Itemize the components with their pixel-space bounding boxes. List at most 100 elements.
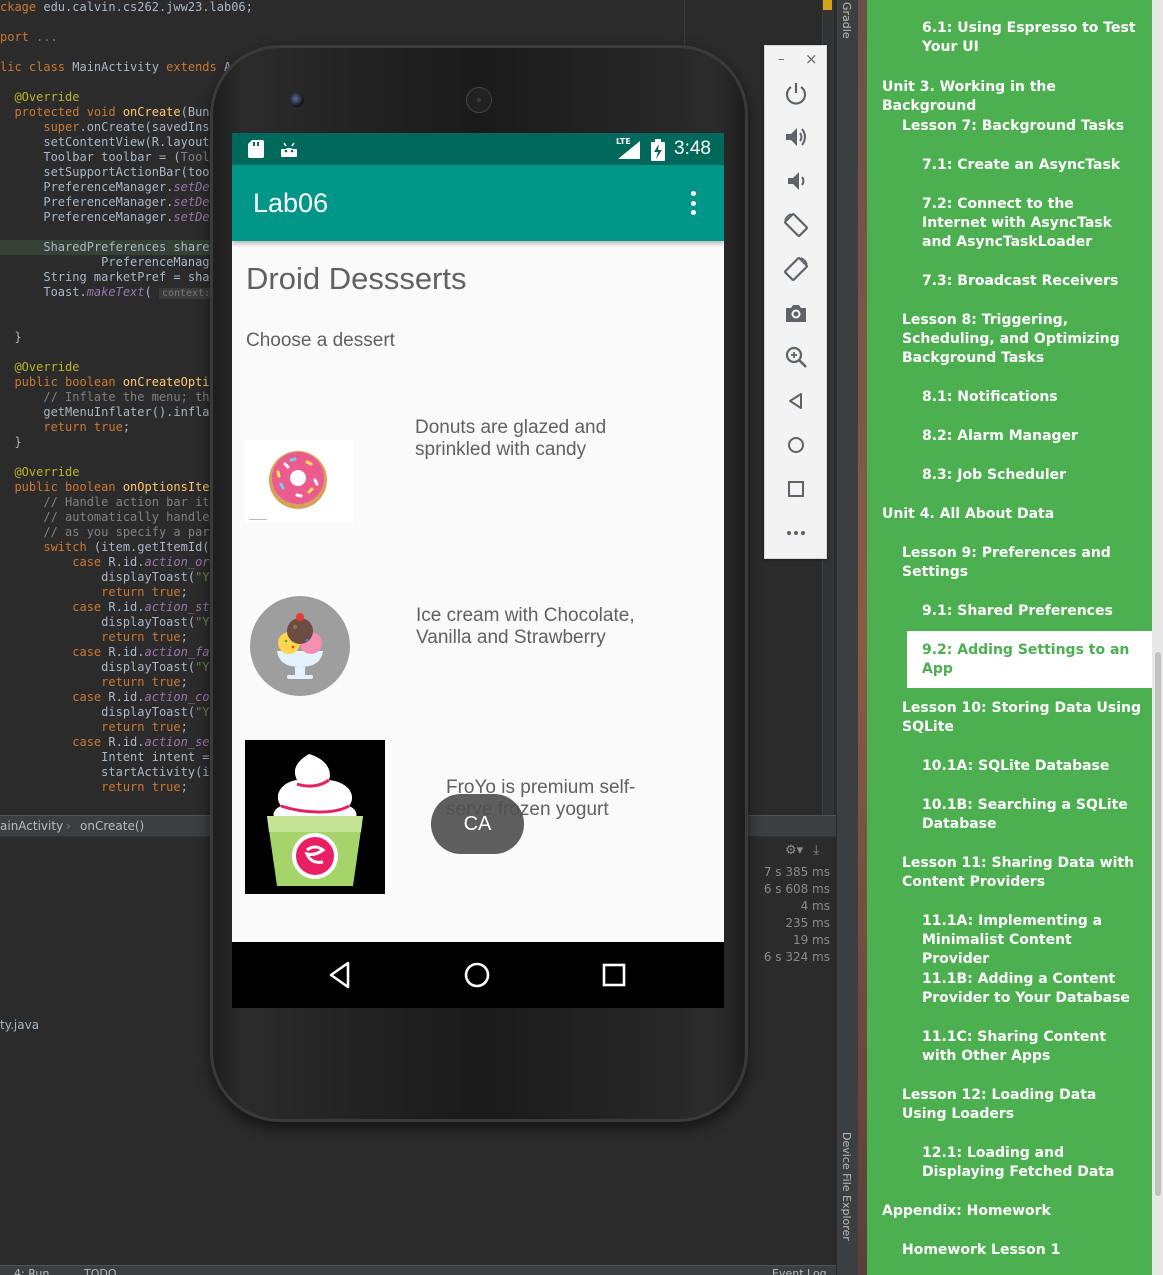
froyo-image[interactable] [245,740,385,894]
toc-item[interactable]: 8.3: Job Scheduler [922,466,1142,485]
pin-icon[interactable]: ⤓ [813,843,819,858]
back-icon[interactable] [326,960,356,990]
toc-item[interactable]: 11.1A: Implementing a Minimalist Content… [922,912,1142,969]
toc-item[interactable]: Lesson 9: Preferences and Settings [902,544,1142,582]
toc-scrollbar-thumb[interactable] [1155,652,1161,1196]
code-line[interactable]: PreferenceManager.setDef [0,210,216,225]
close-button[interactable]: × [805,50,818,68]
toc-item[interactable]: Lesson 8: Triggering, Scheduling, and Op… [902,311,1142,368]
toc-item[interactable]: 7.1: Create an AsyncTask [922,156,1142,175]
code-line[interactable]: case R.id.action_ord [0,555,217,570]
code-line[interactable]: Intent intent = [0,750,217,765]
toc-item[interactable]: 12.1: Loading and Displaying Fetched Dat… [922,1144,1142,1182]
warning-marker[interactable] [823,0,832,10]
toc-item[interactable]: 8.2: Alarm Manager [922,427,1142,446]
code-line[interactable]: port ... [0,30,58,45]
toc-item-active[interactable]: 9.2: Adding Settings to an App [922,641,1142,679]
toc-item[interactable]: 7.2: Connect to the Internet with AsyncT… [922,195,1142,252]
code-line[interactable]: displayToast("Yo [0,705,217,720]
home-icon[interactable] [462,960,492,990]
run-file-reference[interactable]: ty.java [0,1018,39,1032]
code-line[interactable]: lic class MainActivity extends Ap [0,60,238,75]
code-line[interactable]: case R.id.action_fav [0,645,217,660]
breadcrumb-method[interactable]: onCreate() [80,816,144,836]
code-line[interactable]: PreferenceManag [0,255,209,270]
breadcrumb-class[interactable]: ainActivity [0,816,63,836]
code-line[interactable]: PreferenceManager.setDef [0,195,216,210]
device-file-explorer-tab[interactable]: Device File Explorer [840,1132,853,1241]
code-line[interactable]: String marketPref = sha [0,270,209,285]
overflow-menu-icon[interactable] [686,185,700,221]
zoom-icon[interactable] [781,342,811,372]
code-line[interactable]: return true; [0,720,188,735]
code-line[interactable]: switch (item.getItemId() [0,540,216,555]
code-line[interactable]: case R.id.action_set [0,735,217,750]
code-line[interactable]: return true; [0,675,188,690]
toc-item[interactable]: Unit 3. Working in the Background [882,78,1142,116]
rotate-right-icon[interactable] [781,254,811,284]
code-line[interactable]: return true; [0,780,188,795]
code-line[interactable]: @Override [0,90,79,105]
code-line[interactable]: return true; [0,630,188,645]
code-line[interactable]: super.onCreate(savedInst [0,120,216,135]
code-line[interactable]: displayToast("Yo [0,570,217,585]
code-line[interactable]: displayToast("Yo [0,660,217,675]
toc-item[interactable]: 7.3: Broadcast Receivers [922,272,1142,291]
code-line[interactable]: case R.id.action_con [0,690,217,705]
back-icon[interactable] [781,386,811,416]
power-icon[interactable] [781,78,811,108]
code-line[interactable]: // Handle action bar ite [0,495,216,510]
toc-item[interactable]: 9.1: Shared Preferences [922,602,1142,621]
toc-item[interactable]: 11.1C: Sharing Content with Other Apps [922,1028,1142,1066]
code-line[interactable]: return true; [0,420,130,435]
code-line[interactable]: protected void onCreate(Bund [0,105,216,120]
minimize-button[interactable]: – [778,52,785,67]
more-icon[interactable] [781,518,811,548]
home-icon[interactable] [781,430,811,460]
code-line[interactable]: PreferenceManager.setDef [0,180,216,195]
code-line[interactable]: startActivity(in [0,765,217,780]
code-line[interactable]: // automatically handle [0,510,217,525]
toc-item[interactable]: 8.1: Notifications [922,388,1142,407]
toc-item[interactable]: 11.1B: Adding a Content Provider to Your… [922,970,1142,1008]
toc-item[interactable]: 10.1A: SQLite Database [922,757,1142,776]
toc-item[interactable]: Homework Lesson 1 [902,1241,1142,1260]
run-tab[interactable]: 4: Run [14,1267,49,1275]
code-line[interactable]: } [0,435,21,450]
volume-up-icon[interactable] [781,122,811,152]
code-line[interactable]: getMenuInflater().infla [0,405,209,420]
code-line[interactable]: @Override [0,360,79,375]
toc-item[interactable]: Lesson 12: Loading Data Using Loaders [902,1086,1142,1124]
code-line[interactable]: setSupportActionBar(tool [0,165,216,180]
recents-icon[interactable] [599,960,629,990]
toc-item[interactable]: Lesson 10: Storing Data Using SQLite [902,699,1142,737]
toc-item[interactable]: Unit 4. All About Data [882,505,1142,524]
code-line[interactable]: Toast.makeText( context: [0,285,214,300]
toc-item[interactable]: Appendix: Homework [882,1202,1142,1221]
event-log-tab[interactable]: Event Log [772,1267,827,1275]
code-line[interactable]: } [0,330,21,345]
code-line[interactable]: displayToast("Yo [0,615,217,630]
code-line[interactable]: setContentView(R.layout. [0,135,216,150]
code-line[interactable]: Toolbar toolbar = (Toolb [0,150,216,165]
donut-image[interactable] [245,440,353,523]
camera-icon[interactable] [781,298,811,328]
toc-item[interactable]: Lesson 11: Sharing Data with Content Pro… [902,854,1142,892]
toc-item[interactable]: 10.1B: Searching a SQLite Database [922,796,1142,834]
rotate-left-icon[interactable] [781,210,811,240]
todo-tab[interactable]: TODO [84,1267,117,1275]
code-line[interactable]: ckage edu.calvin.cs262.jww23.lab06; [0,0,253,15]
gradle-tab[interactable]: Gradle [840,2,853,39]
toc-item[interactable]: Lesson 7: Background Tasks [902,117,1142,136]
code-line[interactable]: // as you specify a pare [0,525,216,540]
code-line[interactable]: public boolean onOptionsItem [0,480,216,495]
code-line[interactable]: // Inflate the menu; thi [0,390,216,405]
code-line[interactable]: public boolean onCreateOptio [0,375,216,390]
code-line[interactable]: SharedPreferences shared [0,240,217,255]
settings-gear-icon[interactable]: ⚙▾ [785,843,803,858]
code-line[interactable]: return true; [0,585,188,600]
volume-down-icon[interactable] [781,166,811,196]
overview-icon[interactable] [781,474,811,504]
toc-item[interactable]: 6.1: Using Espresso to Test Your UI [922,19,1142,57]
ice-cream-image[interactable] [249,595,351,697]
